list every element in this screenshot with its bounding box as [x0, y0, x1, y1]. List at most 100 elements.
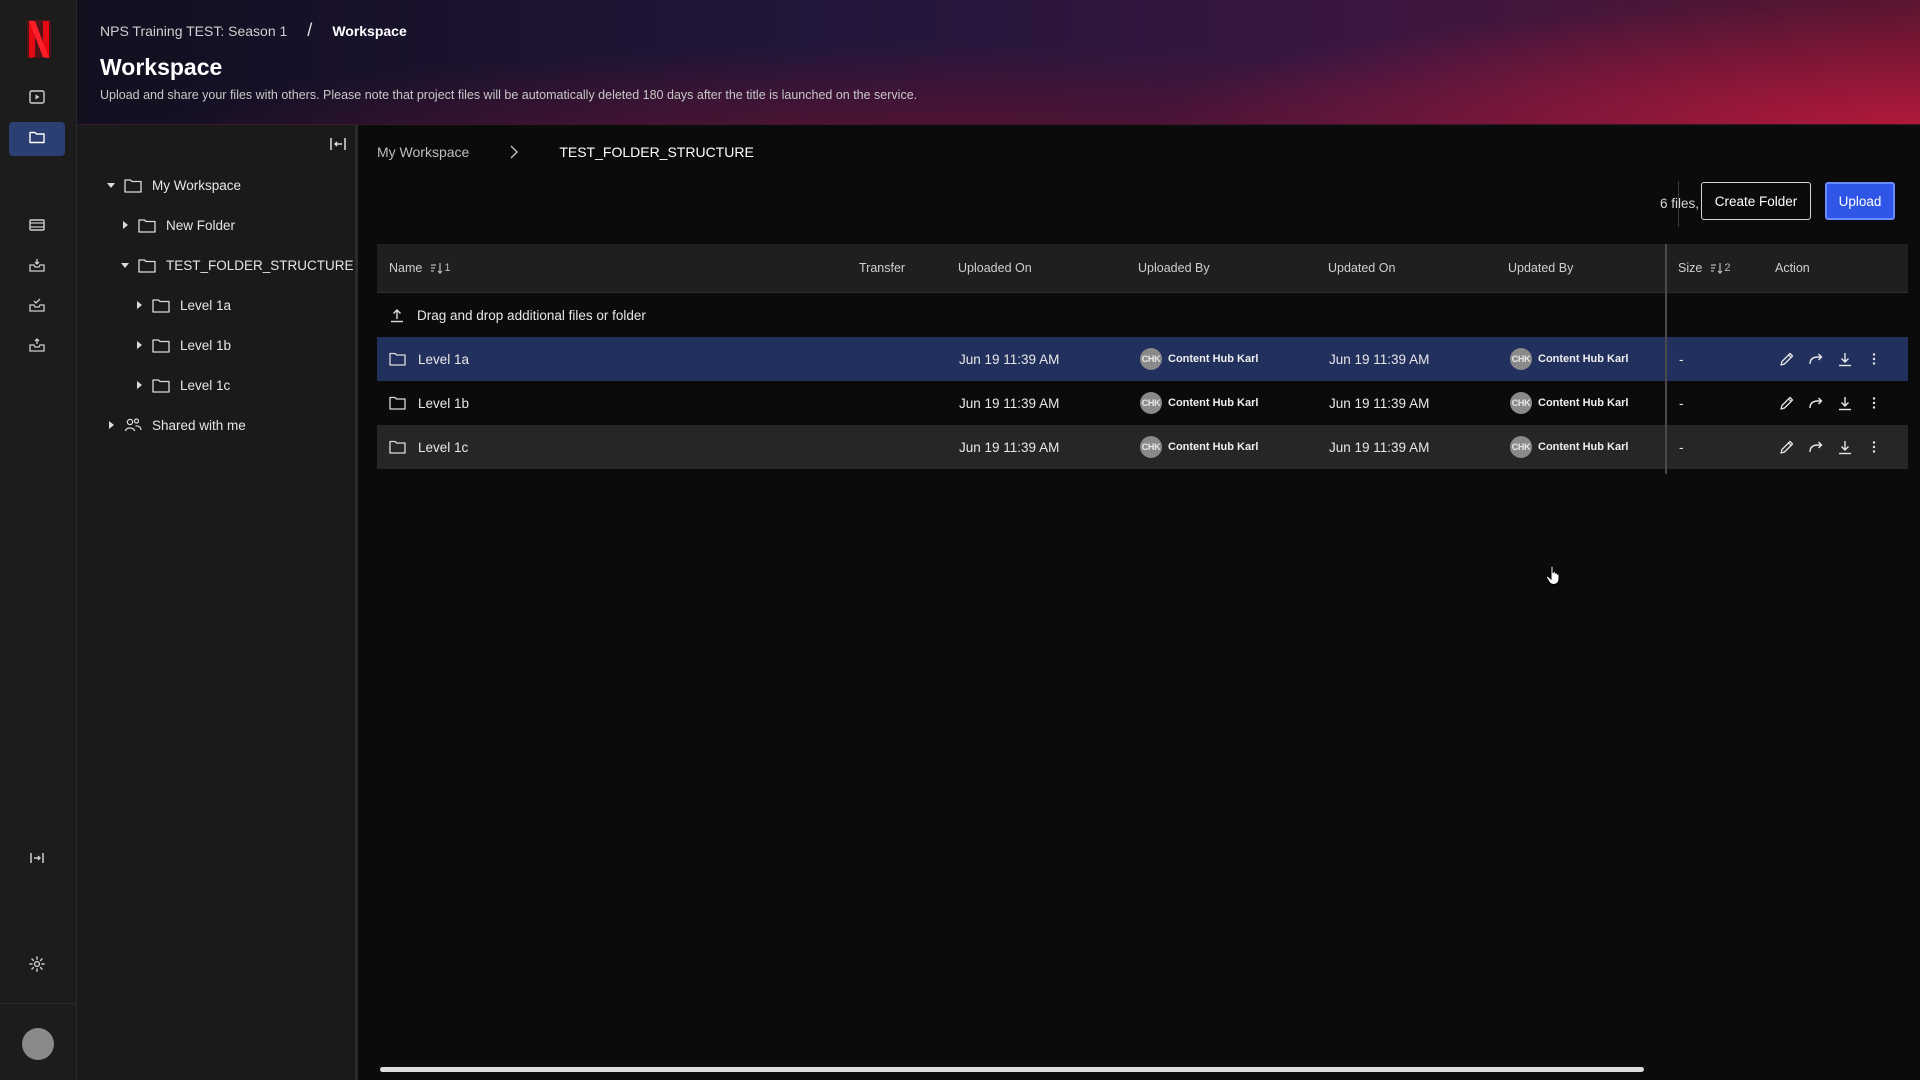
main-content: My Workspace TEST_FOLDER_STRUCTURE 6 fil… — [358, 125, 1920, 1080]
path-root[interactable]: My Workspace — [377, 144, 469, 160]
row-size: - — [1679, 351, 1684, 367]
download-icon[interactable] — [1837, 439, 1853, 455]
more-vertical-icon[interactable] — [1866, 351, 1882, 367]
upload-button[interactable]: Upload — [1825, 182, 1895, 220]
column-name[interactable]: Name 1 — [389, 244, 450, 292]
user-name: Content Hub Karl — [1168, 353, 1259, 365]
horizontal-scrollbar[interactable] — [380, 1067, 1644, 1072]
user-avatar[interactable] — [22, 1028, 54, 1060]
tree-item-label: Level 1b — [180, 337, 232, 353]
tree-item-level-1a[interactable]: Level 1a — [132, 292, 231, 318]
tree-item-new-folder[interactable]: New Folder — [118, 212, 235, 238]
row-uploaded-on: Jun 19 11:39 AM — [959, 439, 1060, 455]
avatar: CHK — [1510, 348, 1532, 370]
rail-item-workspace[interactable] — [9, 122, 65, 156]
folder-icon — [124, 177, 142, 193]
page-title: Workspace — [100, 54, 223, 80]
share-icon[interactable] — [1808, 351, 1824, 367]
user-name: Content Hub Karl — [1538, 353, 1629, 365]
row-uploaded-by: CHK Content Hub Karl — [1140, 337, 1258, 381]
row-name[interactable]: Level 1c — [418, 440, 468, 455]
tree-item-label: My Workspace — [152, 177, 242, 193]
share-icon[interactable] — [1808, 439, 1824, 455]
row-uploaded-on: Jun 19 11:39 AM — [959, 395, 1060, 411]
settings-button[interactable] — [9, 949, 65, 983]
caret-down-icon[interactable] — [104, 178, 118, 192]
rail-item-media[interactable] — [9, 210, 65, 244]
column-name-label: Name — [389, 261, 423, 275]
tree-item-shared-with-me[interactable]: Shared with me — [104, 412, 246, 438]
avatar: CHK — [1140, 436, 1162, 458]
row-name[interactable]: Level 1a — [418, 352, 469, 367]
tree-item-test-folder-structure[interactable]: TEST_FOLDER_STRUCTURE — [118, 252, 354, 278]
rename-pencil-icon[interactable] — [1779, 395, 1795, 411]
download-icon[interactable] — [1837, 351, 1853, 367]
row-updated-by: CHK Content Hub Karl — [1510, 337, 1628, 381]
caret-right-icon[interactable] — [104, 418, 118, 432]
more-vertical-icon[interactable] — [1866, 395, 1882, 411]
row-uploaded-by: CHK Content Hub Karl — [1140, 381, 1258, 425]
folder-tree: My Workspace New Folder TEST_FOLDER_STRU… — [77, 125, 358, 1080]
sort-ascending-icon[interactable]: 1 — [430, 262, 450, 274]
expand-rail-button[interactable] — [9, 843, 65, 877]
table-row[interactable]: Level 1b Jun 19 11:39 AM CHK Content Hub… — [377, 381, 1908, 425]
dropzone-row[interactable]: Drag and drop additional files or folder — [377, 293, 1908, 337]
app-rail — [0, 0, 77, 1080]
table-row[interactable]: Level 1c Jun 19 11:39 AM CHK Content Hub… — [377, 425, 1908, 469]
column-transfer[interactable]: Transfer — [859, 244, 905, 292]
avatar: CHK — [1140, 392, 1162, 414]
tree-item-level-1b[interactable]: Level 1b — [132, 332, 231, 358]
breadcrumb-current: Workspace — [332, 22, 407, 39]
column-size-label: Size — [1678, 261, 1703, 275]
row-updated-on: Jun 19 11:39 AM — [1329, 351, 1430, 367]
column-updated-on[interactable]: Updated On — [1328, 244, 1395, 292]
tree-item-label: Shared with me — [152, 417, 246, 433]
expand-panel-icon — [28, 849, 46, 872]
breadcrumb-project[interactable]: NPS Training TEST: Season 1 — [100, 23, 287, 39]
rename-pencil-icon[interactable] — [1779, 351, 1795, 367]
row-actions — [1779, 381, 1882, 425]
rail-item-inbox[interactable] — [9, 250, 65, 284]
column-uploaded-by[interactable]: Uploaded By — [1138, 244, 1210, 292]
tree-item-level-1c[interactable]: Level 1c — [132, 372, 230, 398]
caret-down-icon[interactable] — [118, 258, 132, 272]
tree-item-my-workspace[interactable]: My Workspace — [104, 172, 241, 198]
rail-item-outbox[interactable] — [9, 330, 65, 364]
folder-icon — [389, 352, 406, 366]
table-row[interactable]: Level 1a Jun 19 11:39 AM CHK Content Hub… — [377, 337, 1908, 381]
tree-item-label: Level 1c — [180, 377, 231, 393]
rail-item-received[interactable] — [9, 290, 65, 324]
user-name: Content Hub Karl — [1168, 441, 1259, 453]
download-icon[interactable] — [1837, 395, 1853, 411]
netflix-logo-icon[interactable] — [25, 18, 53, 60]
caret-right-icon[interactable] — [132, 338, 146, 352]
collapse-tree-button[interactable] — [327, 135, 349, 157]
sort-ascending-icon[interactable]: 2 — [1710, 262, 1730, 274]
rename-pencil-icon[interactable] — [1779, 439, 1795, 455]
caret-right-icon[interactable] — [132, 298, 146, 312]
column-action: Action — [1775, 261, 1810, 275]
column-updated-by[interactable]: Updated By — [1508, 244, 1573, 292]
more-vertical-icon[interactable] — [1866, 439, 1882, 455]
row-name[interactable]: Level 1b — [418, 396, 469, 411]
create-folder-button[interactable]: Create Folder — [1701, 182, 1811, 220]
row-updated-on: Jun 19 11:39 AM — [1329, 439, 1430, 455]
caret-right-icon[interactable] — [118, 218, 132, 232]
column-size[interactable]: Size 2 — [1678, 244, 1730, 292]
folder-icon — [28, 128, 46, 151]
collapse-panel-icon — [329, 136, 347, 157]
share-icon[interactable] — [1808, 395, 1824, 411]
folder-icon — [152, 297, 170, 313]
row-uploaded-on: Jun 19 11:39 AM — [959, 351, 1060, 367]
avatar: CHK — [1510, 436, 1532, 458]
play-icon — [28, 88, 46, 111]
caret-right-icon[interactable] — [132, 378, 146, 392]
folder-icon — [152, 337, 170, 353]
rail-item-titles[interactable] — [9, 82, 65, 116]
folder-icon — [138, 257, 156, 273]
tree-item-label: Level 1a — [180, 297, 232, 313]
files-table: Name 1 Transfer Uploaded On Uploaded By … — [377, 244, 1908, 586]
row-uploaded-by: CHK Content Hub Karl — [1140, 425, 1258, 469]
column-resize-handle[interactable] — [1665, 244, 1667, 474]
column-uploaded-on[interactable]: Uploaded On — [958, 244, 1032, 292]
